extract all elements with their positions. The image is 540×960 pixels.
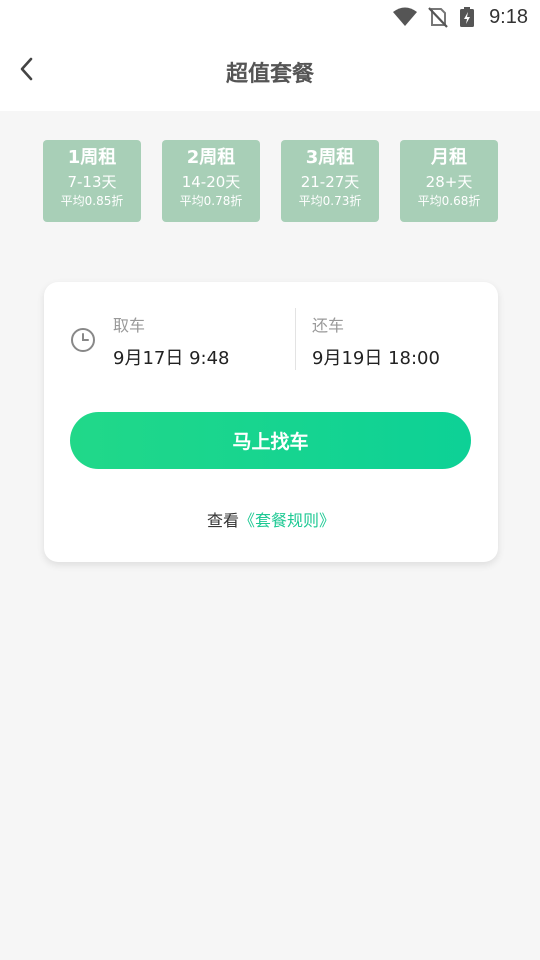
plan-discount: 平均0.85折: [60, 194, 124, 208]
plan-card-month[interactable]: 月租 28+天 平均0.68折: [400, 140, 498, 222]
no-sim-icon: [428, 6, 448, 32]
plan-list: 1周租 7-13天 平均0.85折 2周租 14-20天 平均0.78折 3周租…: [43, 140, 498, 222]
plan-discount: 平均0.78折: [179, 194, 243, 208]
return-time-selector[interactable]: 9月19日 18:00: [312, 344, 440, 370]
plan-discount: 平均0.68折: [417, 194, 481, 208]
top-area: 9:18 超值套餐: [0, 0, 540, 111]
rules-line: 查看《套餐规则》: [44, 507, 498, 531]
plan-card-2-week[interactable]: 2周租 14-20天 平均0.78折: [162, 140, 260, 222]
clock-icon: [70, 327, 96, 353]
plan-days: 14-20天: [181, 173, 241, 191]
app-bar: 超值套餐: [0, 40, 540, 106]
plan-discount: 平均0.73折: [298, 194, 362, 208]
plan-days: 21-27天: [300, 173, 360, 191]
return-label: 还车: [312, 316, 345, 335]
pickup-time-selector[interactable]: 9月17日 9:48: [113, 344, 230, 370]
status-time: 9:18: [489, 6, 528, 28]
package-rules-link[interactable]: 《套餐规则》: [239, 511, 335, 530]
divider: [295, 308, 296, 370]
plan-name: 3周租: [305, 147, 355, 168]
page-title: 超值套餐: [225, 62, 314, 87]
plan-days: 28+天: [425, 173, 473, 191]
plan-card-1-week[interactable]: 1周租 7-13天 平均0.85折: [43, 140, 141, 222]
status-bar: 9:18: [0, 0, 540, 36]
find-car-button[interactable]: 马上找车: [70, 412, 471, 469]
booking-panel: 取车 9月17日 9:48 还车 9月19日 18:00 马上找车 查看《套餐规…: [44, 282, 498, 562]
plan-name: 月租: [431, 147, 467, 168]
plan-card-3-week[interactable]: 3周租 21-27天 平均0.73折: [281, 140, 379, 222]
plan-name: 1周租: [67, 147, 117, 168]
rules-prefix: 查看: [206, 511, 239, 530]
wifi-icon: [392, 6, 418, 32]
pickup-label: 取车: [113, 316, 146, 335]
battery-charging-icon: [459, 6, 475, 32]
plan-name: 2周租: [186, 147, 236, 168]
plan-days: 7-13天: [67, 173, 117, 191]
